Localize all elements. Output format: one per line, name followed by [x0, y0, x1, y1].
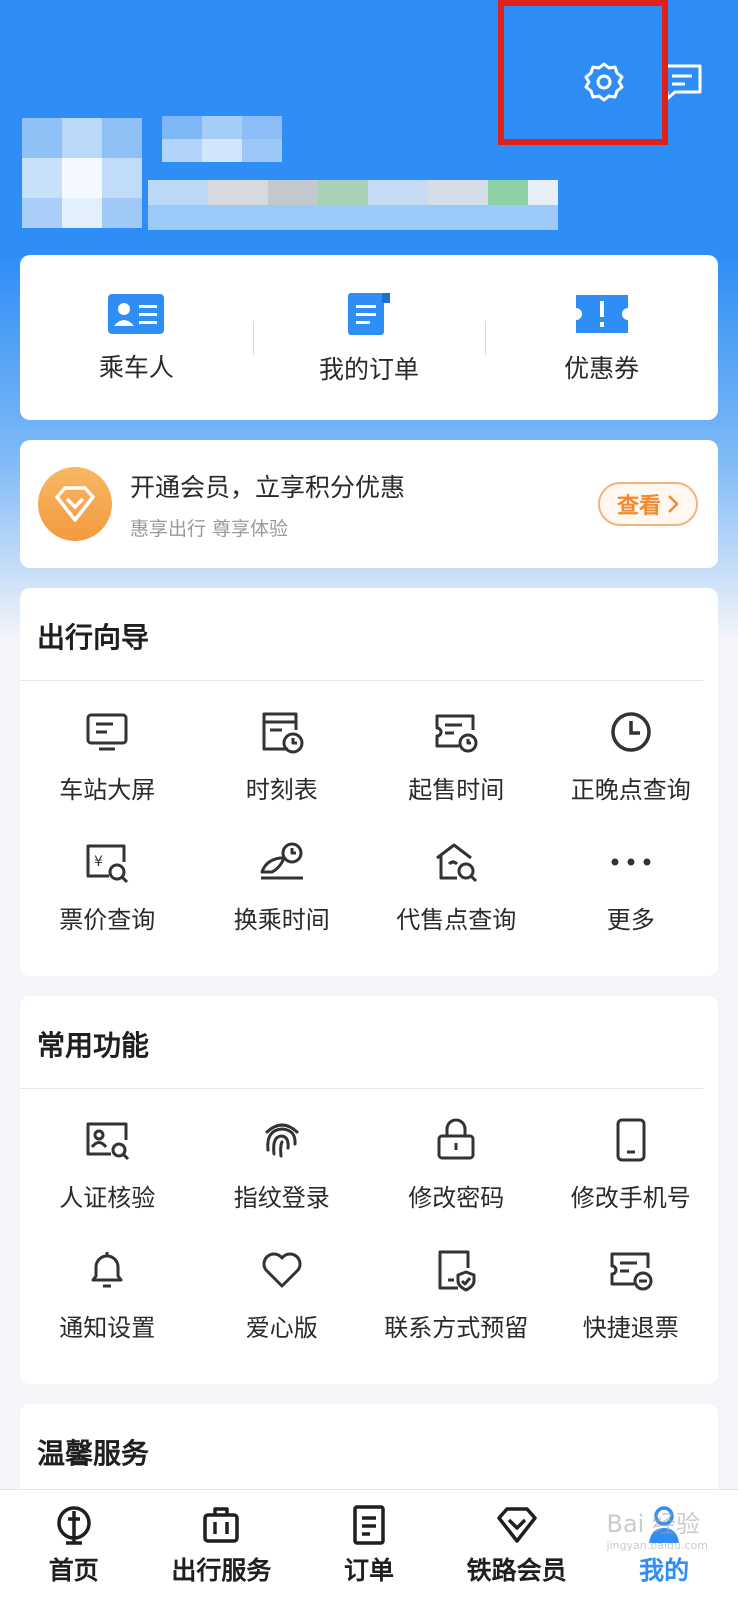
baidu-watermark: Bai 经验 jingyan.baidu.com: [606, 1504, 708, 1552]
function-id-verify[interactable]: 人证核验: [20, 1099, 195, 1229]
tab-label: 订单: [343, 1556, 394, 1585]
watermark-text: Bai 经验: [606, 1510, 700, 1538]
fare-search-icon: ¥: [86, 844, 129, 883]
svg-text:¥: ¥: [94, 854, 103, 870]
guide-transfer-time[interactable]: 换乘时间: [195, 821, 370, 951]
transfer-time-icon: [260, 842, 303, 879]
view-button-label: 查看: [616, 494, 661, 519]
guide-label: 代售点查询: [396, 905, 517, 934]
common-functions-section: 常用功能 人证核验 指纹登录 修改密码 修改手机号 通知设置 爱心版 联系方式预…: [20, 996, 718, 1384]
guide-label: 票价查询: [59, 905, 156, 934]
member-diamond-icon: [496, 1507, 537, 1543]
function-label: 快捷退票: [582, 1313, 679, 1342]
function-contact-reserve[interactable]: 联系方式预留: [369, 1229, 544, 1359]
diamond-badge-icon: [38, 467, 112, 541]
tab-label: 铁路会员: [466, 1556, 567, 1585]
guide-label: 车站大屏: [59, 775, 156, 804]
function-notification-settings[interactable]: 通知设置: [20, 1229, 195, 1359]
function-quick-refund[interactable]: 快捷退票: [544, 1229, 719, 1359]
tab-label: 我的: [639, 1556, 690, 1585]
heart-icon: [262, 1252, 302, 1287]
quick-action-coupons[interactable]: 优惠券: [485, 255, 718, 420]
function-label: 修改密码: [408, 1183, 505, 1212]
id-verify-icon: [86, 1122, 130, 1160]
tab-label: 出行服务: [171, 1556, 272, 1585]
guide-label: 正晚点查询: [570, 775, 691, 804]
timetable-icon: [262, 712, 304, 753]
function-change-phone[interactable]: 修改手机号: [544, 1099, 719, 1229]
function-label: 联系方式预留: [384, 1313, 529, 1342]
quick-action-my-orders[interactable]: 我的订单: [252, 255, 486, 420]
refund-ticket-icon: [610, 1252, 653, 1290]
function-change-password[interactable]: 修改密码: [369, 1099, 544, 1229]
fingerprint-icon: [265, 1123, 299, 1157]
chevron-right-icon: [668, 495, 679, 513]
coupon-ticket-icon: [575, 294, 628, 333]
watermark-sub: jingyan.baidu.com: [606, 1539, 708, 1552]
membership-title: 开通会员，立享积分优惠: [130, 472, 406, 502]
membership-banner[interactable]: 开通会员，立享积分优惠 惠享出行 尊享体验 查看: [20, 440, 718, 568]
guide-more[interactable]: 更多: [544, 821, 719, 951]
guide-label: 时刻表: [245, 775, 318, 804]
guide-label: 起售时间: [408, 775, 505, 804]
tab-home[interactable]: 首页: [0, 1490, 148, 1600]
quick-action-label: 乘车人: [98, 352, 174, 382]
quick-action-passengers[interactable]: 乘车人: [20, 255, 253, 420]
avatar[interactable]: [22, 118, 142, 228]
sale-time-icon: [435, 714, 478, 752]
guide-timetable[interactable]: 时刻表: [195, 691, 370, 821]
quick-actions-card: 乘车人 我的订单 优惠券: [20, 255, 718, 420]
username-blurred: [162, 116, 282, 162]
function-care-mode[interactable]: 爱心版: [195, 1229, 370, 1359]
quick-action-label: 优惠券: [564, 353, 640, 383]
agency-search-icon: [436, 843, 478, 882]
station-screen-icon: [86, 713, 128, 750]
guide-sale-time[interactable]: 起售时间: [369, 691, 544, 821]
tab-label: 首页: [48, 1556, 99, 1585]
tab-orders[interactable]: 订单: [295, 1490, 443, 1600]
function-fingerprint-login[interactable]: 指纹登录: [195, 1099, 370, 1229]
settings-highlight-box: [498, 0, 668, 145]
guide-station-screen[interactable]: 车站大屏: [20, 691, 195, 821]
phone-icon: [616, 1118, 646, 1161]
home-rail-icon: [57, 1506, 91, 1545]
view-membership-button[interactable]: 查看: [598, 482, 698, 526]
section-title: 常用功能: [20, 996, 703, 1089]
more-dots-icon: [611, 858, 651, 865]
luggage-icon: [203, 1507, 240, 1543]
guide-label: 更多: [606, 905, 655, 934]
tab-railway-member[interactable]: 铁路会员: [443, 1490, 591, 1600]
guide-delay-query[interactable]: 正晚点查询: [544, 691, 719, 821]
contact-shield-icon: [438, 1250, 476, 1291]
order-icon: [353, 1505, 385, 1545]
function-label: 人证核验: [59, 1183, 156, 1212]
section-title: 温馨服务: [37, 1437, 150, 1470]
guide-agency-query[interactable]: 代售点查询: [369, 821, 544, 951]
function-label: 通知设置: [59, 1313, 156, 1342]
travel-guide-section: 出行向导 车站大屏 时刻表 起售时间 正晚点查询 ¥ 票价查询 换乘时间 代售点…: [20, 588, 718, 976]
function-label: 指纹登录: [233, 1183, 330, 1212]
order-document-icon: [348, 292, 390, 335]
section-title: 出行向导: [20, 588, 703, 681]
bell-icon: [91, 1251, 123, 1287]
guide-label: 换乘时间: [233, 905, 330, 934]
function-label: 爱心版: [245, 1313, 318, 1342]
passenger-card-icon: [108, 293, 165, 334]
clock-icon: [611, 711, 651, 752]
lock-icon: [437, 1118, 475, 1159]
tab-travel-services[interactable]: 出行服务: [148, 1490, 296, 1600]
function-label: 修改手机号: [570, 1183, 691, 1212]
quick-action-label: 我的订单: [319, 354, 420, 384]
membership-subtitle: 惠享出行 尊享体验: [130, 517, 289, 540]
guide-fare-query[interactable]: ¥ 票价查询: [20, 821, 195, 951]
account-info-blurred: [148, 180, 558, 230]
